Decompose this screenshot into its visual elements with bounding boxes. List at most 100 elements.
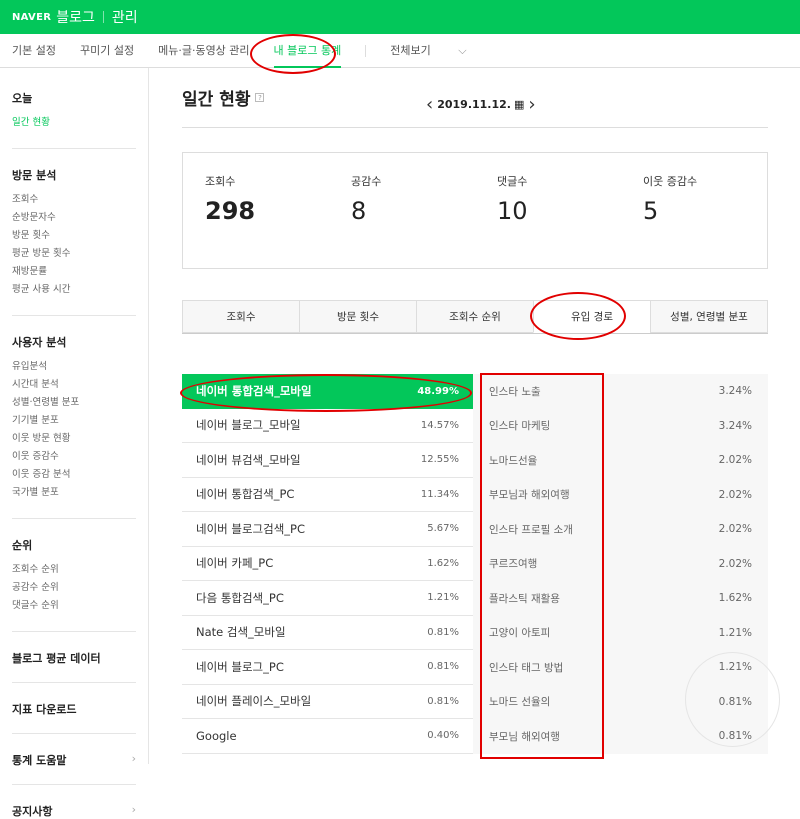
nav-basic-settings[interactable]: 기본 설정 bbox=[12, 34, 56, 68]
sidebar-item[interactable]: 평균 방문 횟수 bbox=[12, 245, 136, 263]
divider bbox=[12, 148, 136, 149]
sidebar-item[interactable]: 재방문률 bbox=[12, 263, 136, 281]
link-label: 블로그 평균 데이터 bbox=[12, 652, 101, 665]
stat-label: 이웃 증감수 bbox=[643, 175, 698, 188]
sidebar-item[interactable]: 이웃 증감수 bbox=[12, 448, 136, 466]
source-row[interactable]: 네이버 블로그검색_PC 5.67% bbox=[182, 512, 473, 547]
sidebar-item[interactable]: 이웃 방문 현황 bbox=[12, 430, 136, 448]
source-percent: 1.62% bbox=[427, 557, 459, 569]
stat-value: 10 bbox=[497, 197, 528, 225]
source-name: 네이버 블로그_모바일 bbox=[196, 418, 301, 433]
keyword-percent: 2.02% bbox=[718, 557, 752, 570]
divider bbox=[12, 784, 136, 785]
sidebar-item[interactable]: 조회수 bbox=[12, 191, 136, 209]
tab-4[interactable]: 성별, 연령별 분포 bbox=[650, 300, 768, 333]
sidebar-link-average[interactable]: 블로그 평균 데이터 bbox=[12, 650, 136, 666]
chevron-right-icon: › bbox=[131, 803, 136, 816]
blog-logo[interactable]: 블로그 bbox=[56, 7, 95, 27]
source-row[interactable]: 다음 통합검색_PC 1.21% bbox=[182, 581, 473, 616]
keyword-percent: 3.24% bbox=[718, 419, 752, 432]
keyword-percent: 1.62% bbox=[718, 592, 752, 605]
sidebar-item[interactable]: 공감수 순위 bbox=[12, 579, 136, 597]
keyword-percent: 2.02% bbox=[718, 488, 752, 501]
source-name: 네이버 플레이스_모바일 bbox=[196, 694, 312, 709]
calendar-icon[interactable]: ▦ bbox=[514, 98, 524, 111]
highlight-circle bbox=[180, 374, 472, 412]
keyword-percent: 1.21% bbox=[718, 626, 752, 639]
sidebar-item[interactable]: 국가별 분포 bbox=[12, 484, 136, 502]
source-name: 네이버 카페_PC bbox=[196, 556, 274, 571]
watermark bbox=[685, 652, 780, 747]
stat-value: 8 bbox=[351, 197, 367, 225]
sidebar-item[interactable]: 평균 사용 시간 bbox=[12, 281, 136, 299]
stat-card: 조회수 298 bbox=[183, 153, 329, 268]
sidebar-link-help[interactable]: 통계 도움말 › bbox=[12, 752, 136, 768]
sidebar-item[interactable]: 시간대 분석 bbox=[12, 376, 136, 394]
sidebar-item[interactable]: 이웃 증감 분석 bbox=[12, 466, 136, 484]
nav-view-all[interactable]: 전체보기 ⌵ bbox=[390, 34, 490, 68]
source-row[interactable]: 네이버 블로그_모바일 14.57% bbox=[182, 409, 473, 443]
source-percent: 0.81% bbox=[427, 695, 459, 707]
sidebar-item[interactable]: 순방문자수 bbox=[12, 209, 136, 227]
sidebar-item[interactable]: 성별·연령별 분포 bbox=[12, 394, 136, 412]
tab-0[interactable]: 조회수 bbox=[182, 300, 299, 333]
sidebar-item[interactable]: 유입분석 bbox=[12, 358, 136, 376]
source-percent: 11.34% bbox=[420, 488, 459, 500]
link-label: 공지사항 bbox=[12, 805, 53, 818]
divider bbox=[12, 631, 136, 632]
stat-label: 공감수 bbox=[351, 175, 382, 188]
main-nav: 기본 설정 꾸미기 설정 메뉴·글·동영상 관리 내 블로그 통계 전체보기 ⌵ bbox=[0, 34, 800, 68]
source-percent: 0.81% bbox=[427, 626, 459, 638]
sidebar-item[interactable]: 조회수 순위 bbox=[12, 561, 136, 579]
stat-label: 조회수 bbox=[205, 175, 236, 188]
prev-date-button[interactable]: ‹ bbox=[426, 94, 433, 115]
source-row[interactable]: Nate 검색_모바일 0.81% bbox=[182, 616, 473, 650]
source-name: Nate 검색_모바일 bbox=[196, 625, 286, 640]
help-icon[interactable]: ? bbox=[255, 93, 265, 102]
source-row[interactable]: 네이버 카페_PC 1.62% bbox=[182, 547, 473, 581]
sidebar-item[interactable]: 댓글수 순위 bbox=[12, 597, 136, 615]
sidebar-link-notice[interactable]: 공지사항 › bbox=[12, 803, 136, 819]
source-percent: 1.21% bbox=[427, 592, 459, 604]
keyword-percent: 3.24% bbox=[718, 385, 752, 398]
next-date-button[interactable]: › bbox=[528, 94, 535, 115]
source-name: 네이버 뷰검색_모바일 bbox=[196, 452, 301, 467]
stat-card: 댓글수 10 bbox=[475, 153, 621, 268]
divider bbox=[102, 11, 104, 23]
view-all-label: 전체보기 bbox=[390, 43, 431, 57]
link-label: 통계 도움말 bbox=[12, 754, 67, 767]
source-row[interactable]: Google 0.40% bbox=[182, 719, 473, 754]
stats-summary: 조회수 298 공감수 8 댓글수 10 이웃 증감수 5 bbox=[182, 152, 768, 269]
source-name: Google bbox=[196, 728, 237, 743]
date-value: 2019.11.12. bbox=[437, 98, 511, 111]
nav-content-manage[interactable]: 메뉴·글·동영상 관리 bbox=[158, 34, 249, 68]
highlight-box bbox=[480, 373, 604, 759]
link-label: 지표 다운로드 bbox=[12, 703, 77, 716]
source-row[interactable]: 네이버 플레이스_모바일 0.81% bbox=[182, 685, 473, 719]
tab-1[interactable]: 방문 횟수 bbox=[299, 300, 416, 333]
source-row[interactable]: 네이버 통합검색_PC 11.34% bbox=[182, 478, 473, 512]
sidebar-item[interactable]: 기기별 분포 bbox=[12, 412, 136, 430]
divider bbox=[12, 518, 136, 519]
highlight-circle bbox=[530, 292, 626, 340]
source-row[interactable]: 네이버 블로그_PC 0.81% bbox=[182, 650, 473, 685]
top-bar: NAVER 블로그 관리 bbox=[0, 0, 800, 34]
admin-title[interactable]: 관리 bbox=[112, 7, 138, 27]
stat-label: 댓글수 bbox=[497, 175, 528, 188]
sidebar-item-daily[interactable]: 일간 현황 bbox=[12, 114, 136, 132]
stat-card: 공감수 8 bbox=[329, 153, 475, 268]
tab-2[interactable]: 조회수 순위 bbox=[416, 300, 533, 333]
source-percent: 14.57% bbox=[420, 419, 459, 431]
source-row[interactable]: 네이버 뷰검색_모바일 12.55% bbox=[182, 443, 473, 478]
source-percent: 0.81% bbox=[427, 661, 459, 673]
sidebar-heading-rank: 순위 bbox=[12, 539, 33, 552]
naver-logo[interactable]: NAVER bbox=[12, 12, 51, 23]
sidebar-item[interactable]: 방문 횟수 bbox=[12, 227, 136, 245]
main-content: 일간 현황 ? ‹ 2019.11.12. ▦ › 조회수 298 공감수 8 댓글수 1… bbox=[182, 68, 768, 754]
divider bbox=[12, 682, 136, 683]
source-name: 네이버 블로그검색_PC bbox=[196, 521, 306, 536]
chevron-down-icon: ⌵ bbox=[458, 43, 467, 57]
sidebar-link-download[interactable]: 지표 다운로드 bbox=[12, 701, 136, 717]
divider bbox=[12, 733, 136, 734]
nav-design-settings[interactable]: 꾸미기 설정 bbox=[80, 34, 134, 68]
